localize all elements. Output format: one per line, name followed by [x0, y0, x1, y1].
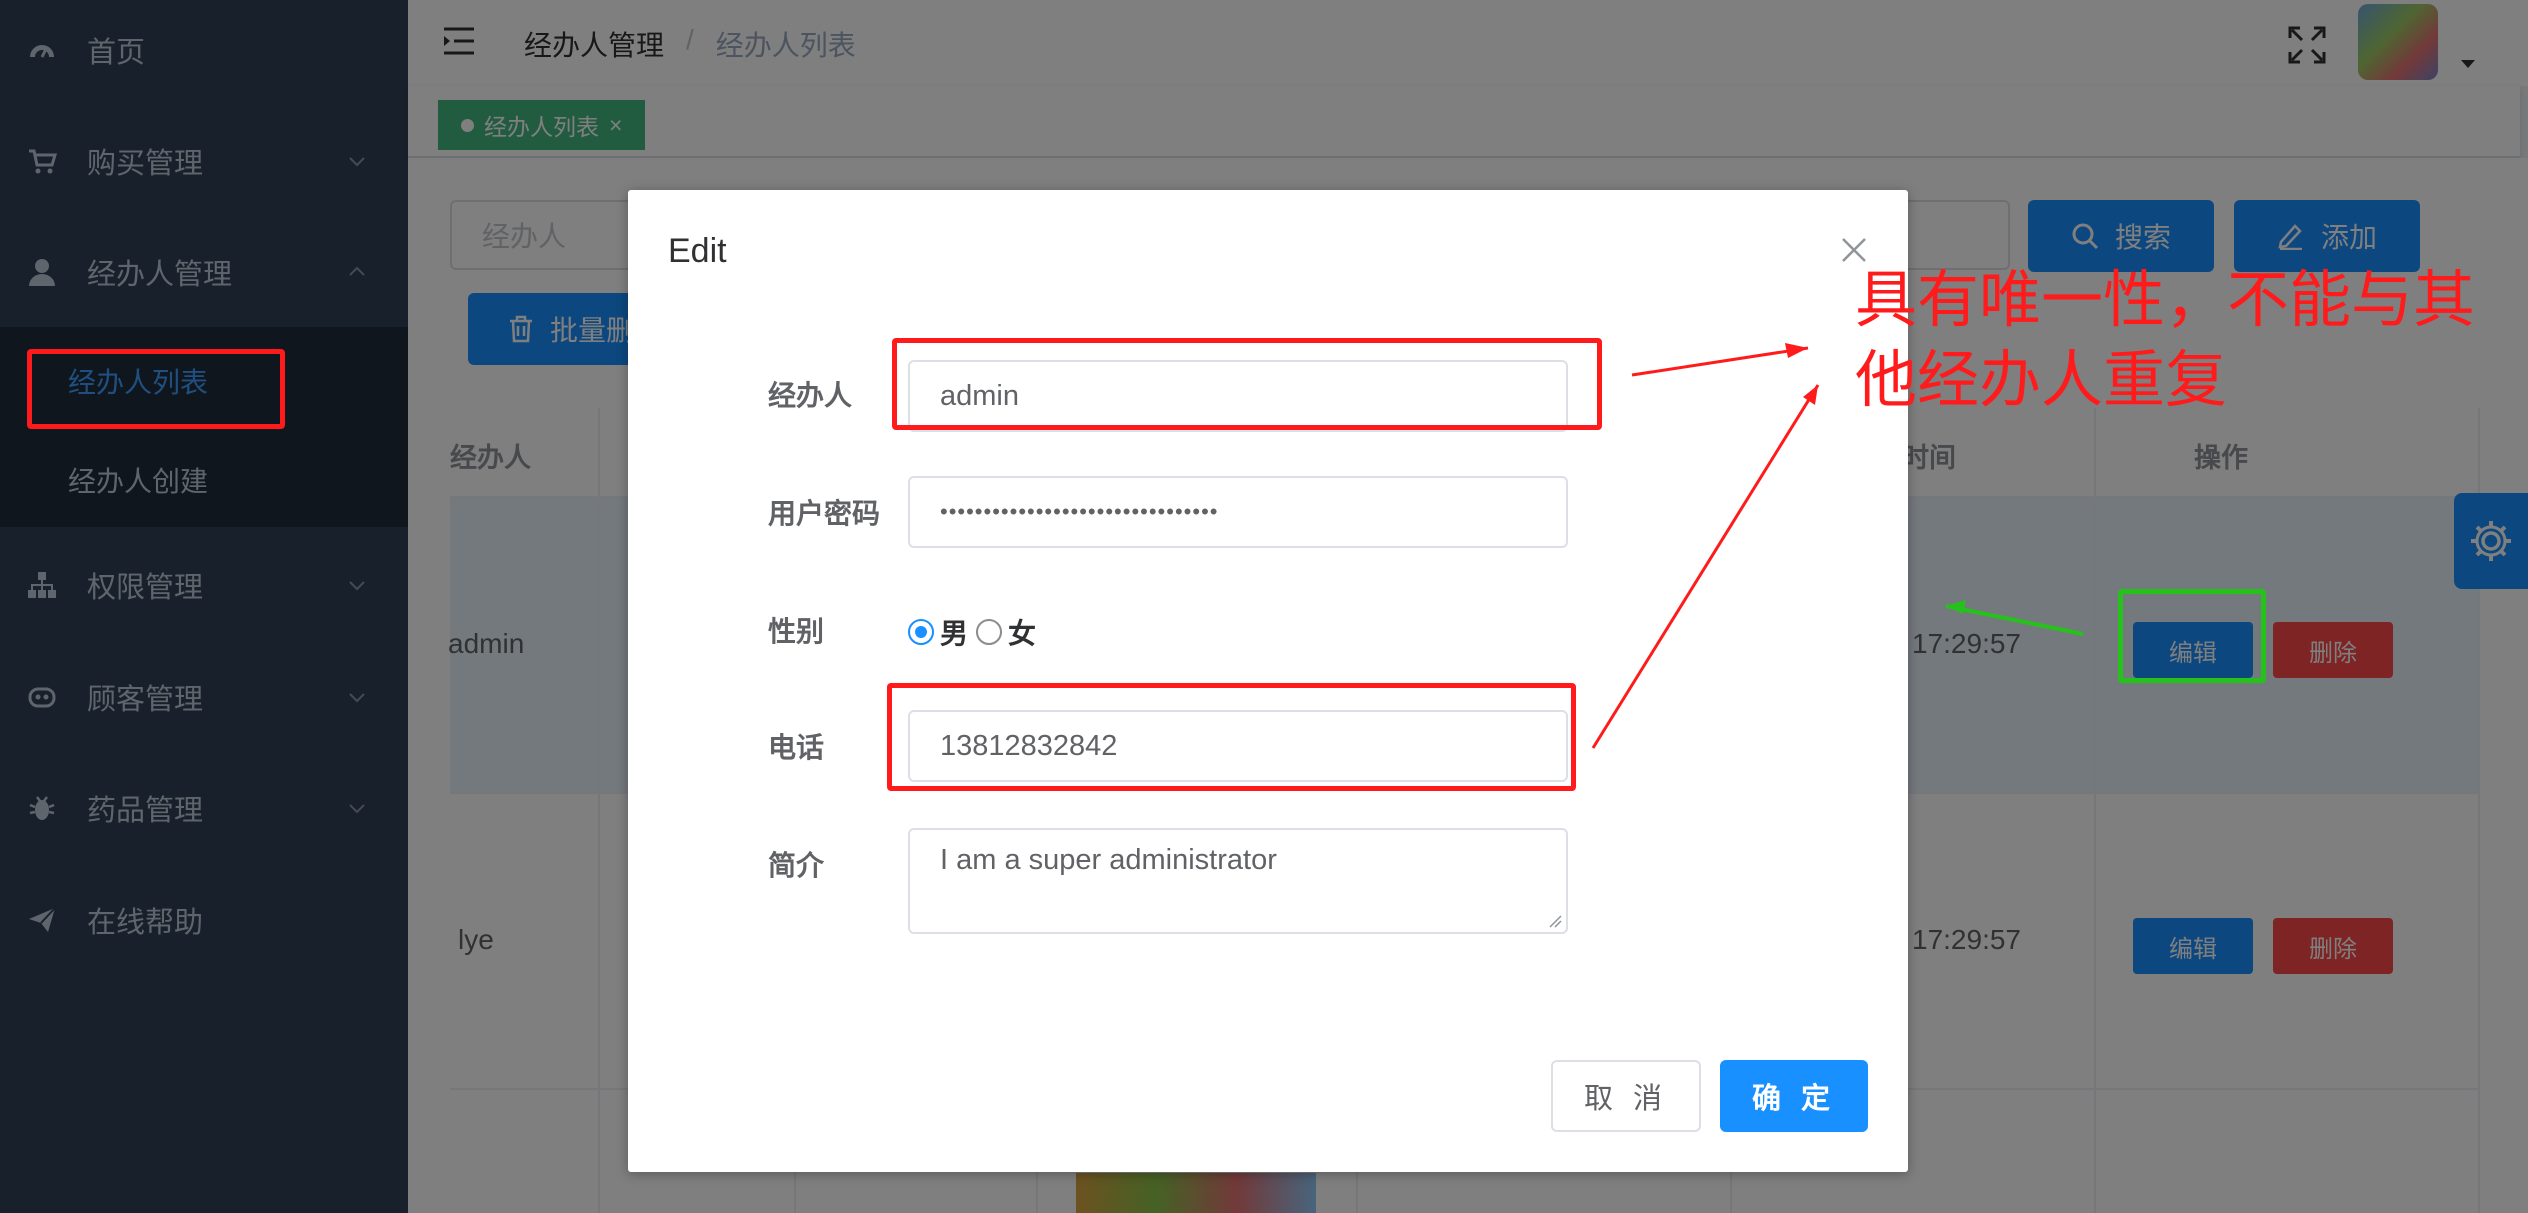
annotation-arrow-phone: [1591, 384, 1820, 749]
annotation-arrow-edit: [1945, 604, 2084, 636]
arrowhead-icon: [1803, 385, 1818, 405]
annotation-arrow-agent: [1631, 346, 1809, 377]
annotation-arrows: [1591, 343, 2084, 749]
arrowhead-icon: [1785, 343, 1808, 358]
annotation-note: 具有唯一性，不能与其他经办人重复: [1855, 263, 2476, 416]
arrowhead-icon: [1946, 600, 1966, 614]
